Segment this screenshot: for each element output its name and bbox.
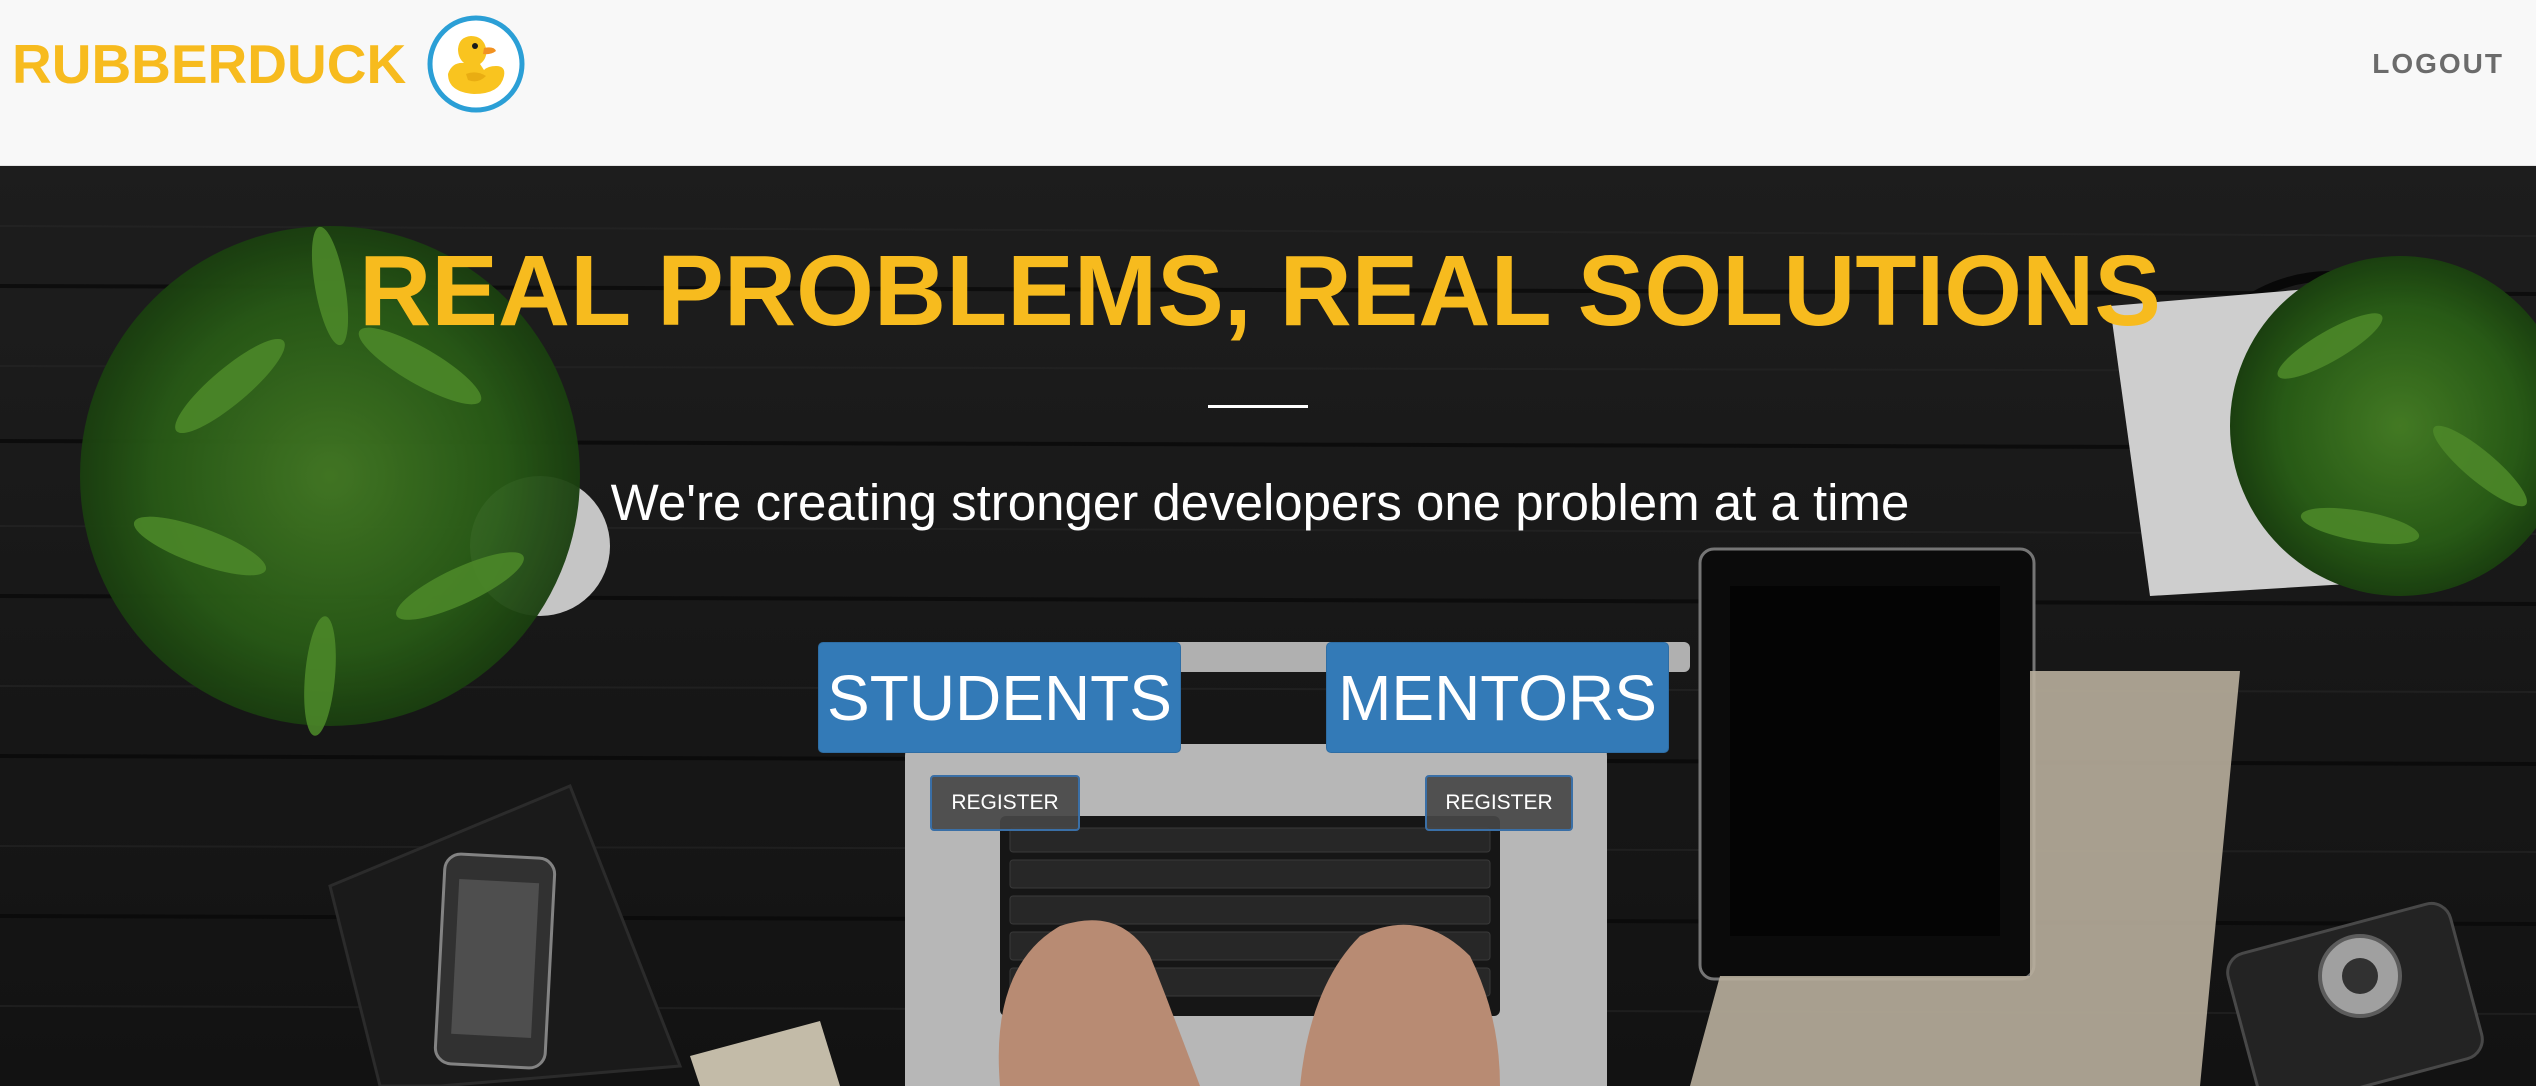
hero-divider: [1208, 405, 1308, 408]
students-button[interactable]: STUDENTS: [818, 642, 1181, 753]
logout-link[interactable]: LOGOUT: [2372, 48, 2504, 80]
brand-name: RUBBERDUCK: [12, 32, 407, 95]
mentors-button[interactable]: MENTORS: [1326, 642, 1669, 753]
hero-title: REAL PROBLEMS, REAL SOLUTIONS: [358, 235, 2161, 347]
brand-link[interactable]: RUBBERDUCK: [12, 14, 526, 114]
mentors-register-button[interactable]: REGISTER: [1425, 775, 1573, 831]
hero-subtitle: We're creating stronger developers one p…: [610, 474, 1910, 531]
hero-section: REAL PROBLEMS, REAL SOLUTIONS We're crea…: [0, 166, 2536, 1086]
navbar: RUBBERDUCK LOGOUT: [0, 0, 2536, 166]
students-register-button[interactable]: REGISTER: [930, 775, 1080, 831]
rubber-duck-icon: [427, 15, 525, 113]
